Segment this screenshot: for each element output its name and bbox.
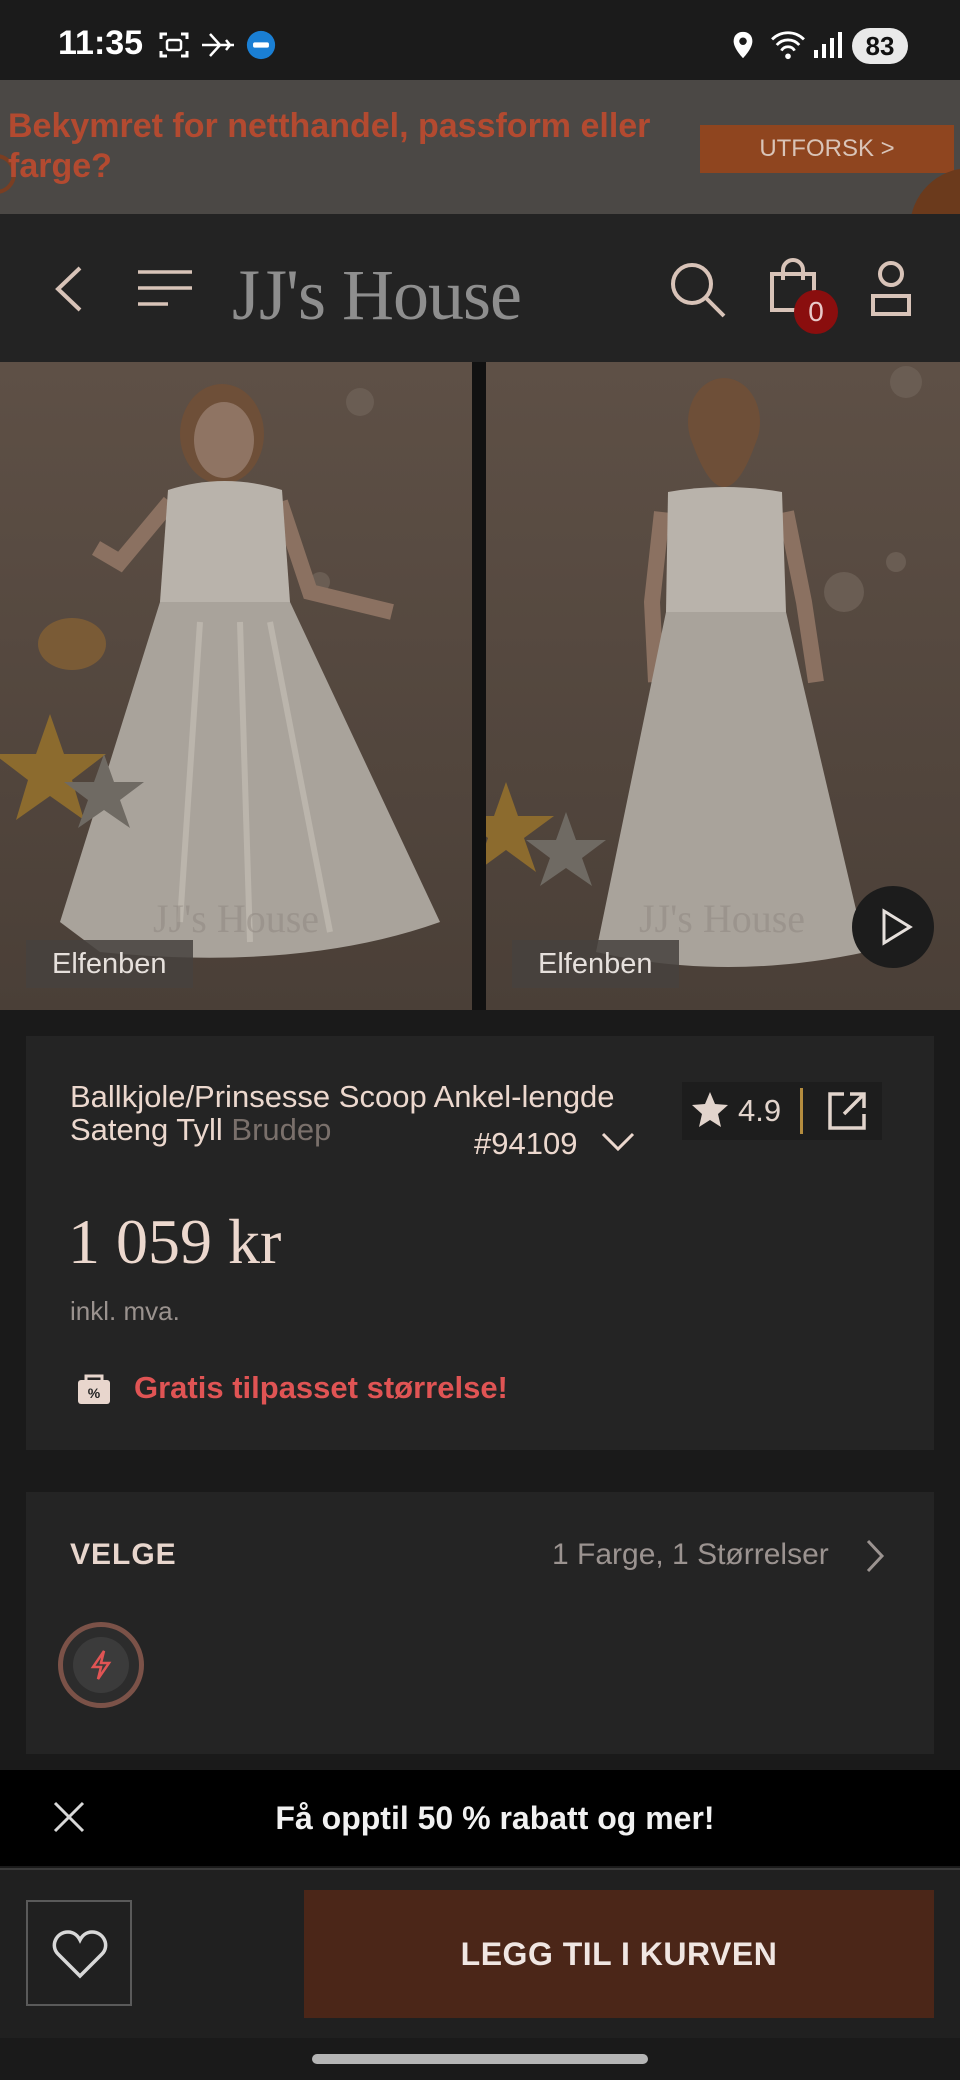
- account-icon[interactable]: [870, 260, 912, 316]
- add-to-cart-button[interactable]: LEGG TIL I KURVEN: [304, 1890, 934, 2018]
- color-tag: Elfenben: [26, 940, 193, 988]
- wishlist-button[interactable]: [26, 1900, 132, 2006]
- play-video-button[interactable]: [852, 886, 934, 968]
- free-custom-size[interactable]: Gratis tilpasset størrelse!: [134, 1370, 508, 1406]
- share-icon[interactable]: [826, 1090, 868, 1132]
- screenshot-icon: [159, 32, 189, 58]
- battery-indicator: 83: [852, 28, 908, 64]
- discount-tag-icon: %: [78, 1374, 110, 1404]
- product-title-truncated: Brudep: [231, 1112, 332, 1147]
- product-sku: #94109: [474, 1126, 578, 1161]
- lightning-icon: [90, 1650, 112, 1680]
- product-image-front[interactable]: JJ's House Elfenben: [0, 362, 472, 1010]
- app-notification-icon: [246, 30, 276, 60]
- select-summary[interactable]: 1 Farge, 1 Størrelser: [552, 1538, 829, 1572]
- color-tag: Elfenben: [512, 940, 679, 988]
- promo-decoration: [910, 168, 960, 214]
- select-options-card[interactable]: [26, 1492, 934, 1754]
- heart-icon: [52, 1930, 108, 1979]
- select-label: VELGE: [70, 1538, 177, 1571]
- vat-note: inkl. mva.: [70, 1296, 180, 1326]
- app-header: JJ's House: [0, 214, 960, 362]
- color-swatch[interactable]: [58, 1622, 144, 1708]
- cart-count-badge: 0: [794, 290, 838, 334]
- location-icon: [733, 31, 753, 59]
- play-icon: [882, 908, 913, 946]
- menu-icon[interactable]: [136, 268, 194, 308]
- product-gallery: JJ's House Elfenben JJ's House Elfenben: [0, 362, 960, 1010]
- dress-front-illustration: JJ's House: [0, 362, 472, 1010]
- star-icon: [692, 1092, 728, 1127]
- discount-banner[interactable]: Få opptil 50 % rabatt og mer!: [0, 1770, 960, 1866]
- signal-icon: [814, 32, 842, 58]
- product-price: 1 059 kr: [68, 1206, 282, 1277]
- discount-text: Få opptil 50 % rabatt og mer!: [275, 1800, 715, 1836]
- promo-banner[interactable]: Bekymret for netthandel, passform eller …: [0, 80, 960, 214]
- watermark: JJ's House: [639, 896, 805, 941]
- brand-logo[interactable]: JJ's House: [232, 254, 522, 337]
- status-bar: 11:35 83: [0, 0, 960, 80]
- chevron-right-icon[interactable]: [864, 1538, 886, 1574]
- home-indicator[interactable]: [312, 2054, 648, 2064]
- chevron-down-icon[interactable]: [600, 1130, 636, 1154]
- status-time: 11:35: [58, 24, 144, 62]
- promo-text: Bekymret for netthandel, passform eller …: [8, 107, 651, 185]
- rating-value: 4.9: [738, 1093, 782, 1128]
- explore-button[interactable]: UTFORSK >: [700, 125, 954, 173]
- watermark: JJ's House: [153, 896, 319, 941]
- wifi-icon: [771, 31, 805, 60]
- back-arrow-icon[interactable]: [50, 264, 90, 314]
- svg-text:%: %: [88, 1385, 101, 1401]
- search-icon[interactable]: [668, 260, 728, 320]
- divider: [800, 1088, 803, 1134]
- airplane-mode-icon: [202, 33, 234, 57]
